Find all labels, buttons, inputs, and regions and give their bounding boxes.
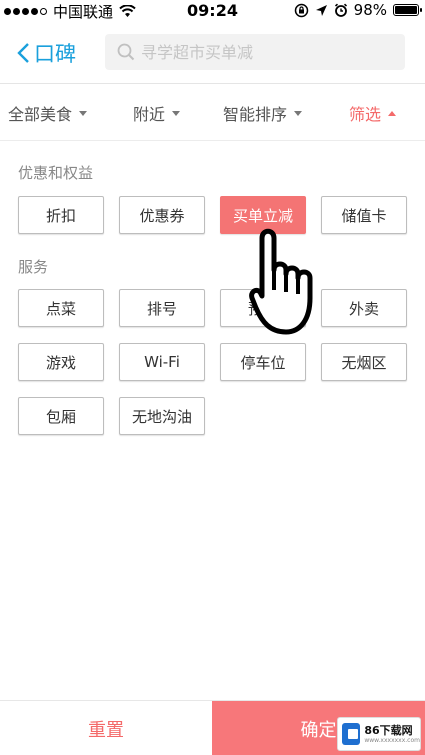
filter-tab-nearby[interactable]: 附近: [133, 101, 181, 125]
chip-discount[interactable]: 折扣: [18, 196, 104, 234]
section-title-services: 服务: [18, 258, 49, 276]
screen: 中国联通 09:24 98% 口碑 寻学超市买单减 全部美食 附近 智能排序 筛…: [0, 0, 425, 755]
chip-takeout[interactable]: 外卖: [321, 289, 407, 327]
filter-tab-filter[interactable]: 筛选: [349, 101, 397, 125]
chip-no-gutter-oil[interactable]: 无地沟油: [119, 397, 205, 435]
battery-icon: [393, 4, 422, 16]
brand-logo-icon: [342, 723, 361, 745]
chip-coupon[interactable]: 优惠券: [119, 196, 205, 234]
watermark-text: 86下载网 www.xxxxxxx.com: [364, 725, 420, 744]
chip-order-dishes[interactable]: 点菜: [18, 289, 104, 327]
status-bar: 中国联通 09:24 98%: [0, 0, 425, 22]
location-arrow-icon: [315, 4, 327, 16]
filter-tab-all-food[interactable]: 全部美食: [8, 101, 88, 125]
filter-tab-sort[interactable]: 智能排序: [223, 101, 303, 125]
chip-private-room[interactable]: 包厢: [18, 397, 104, 435]
back-label: 口碑: [34, 42, 76, 66]
chevron-left-icon: [17, 43, 29, 63]
caret-down-icon: [172, 110, 181, 116]
orientation-lock-icon: [294, 3, 308, 17]
filter-tab-label: 筛选: [349, 105, 382, 124]
back-button[interactable]: 口碑: [16, 38, 76, 68]
alarm-icon: [334, 3, 347, 17]
filter-panel: 优惠和权益 折扣 优惠券 买单立减 储值卡 服务 点菜 排号 预订 外卖 游戏 …: [0, 142, 425, 698]
chip-no-smoking[interactable]: 无烟区: [321, 343, 407, 381]
watermark-brand: 86下载网: [364, 723, 413, 737]
watermark-url: www.xxxxxxx.com: [364, 736, 420, 744]
chip-games[interactable]: 游戏: [18, 343, 104, 381]
watermark: 86下载网 www.xxxxxxx.com: [337, 717, 421, 751]
nav-bar: 口碑: [0, 22, 425, 84]
search-icon: [117, 43, 135, 61]
caret-down-icon: [294, 110, 303, 116]
chip-queue-number[interactable]: 排号: [119, 289, 205, 327]
status-right: 98%: [294, 1, 422, 19]
search-input[interactable]: [141, 42, 381, 62]
search-box[interactable]: [105, 34, 405, 70]
filter-tab-label: 全部美食: [8, 105, 73, 124]
reset-button[interactable]: 重置: [0, 701, 212, 755]
filter-tab-label: 附近: [133, 105, 166, 124]
filter-tab-label: 智能排序: [223, 105, 288, 124]
hand-pointer-icon: [249, 228, 313, 335]
battery-level: [395, 6, 417, 14]
section-title-benefits: 优惠和权益: [18, 164, 94, 182]
chip-wifi[interactable]: Wi-Fi: [119, 343, 205, 381]
battery-percent: 98%: [353, 1, 387, 19]
chip-stored-value-card[interactable]: 储值卡: [321, 196, 407, 234]
chip-parking[interactable]: 停车位: [220, 343, 306, 381]
filter-tabs: 全部美食 附近 智能排序 筛选: [0, 85, 425, 141]
caret-up-icon: [388, 110, 397, 116]
caret-down-icon: [79, 110, 88, 116]
